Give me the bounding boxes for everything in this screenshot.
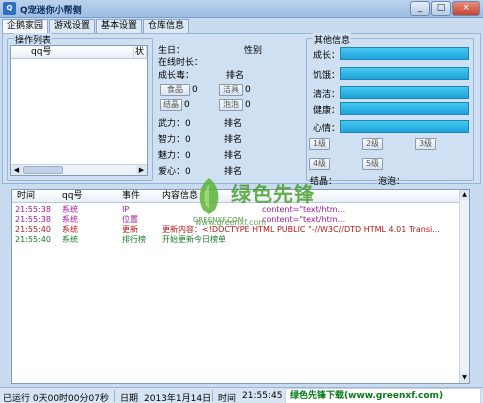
food-value: 0 <box>192 85 198 95</box>
minimize-button[interactable]: _ <box>410 1 430 16</box>
tab-penguin-home[interactable]: 企鹅家园 <box>2 19 49 33</box>
clean-bar <box>340 86 469 99</box>
log-event: 位置 <box>122 215 138 224</box>
online-time-label: 在线时长： <box>158 58 204 68</box>
bar-label-growth: 成长： <box>313 51 341 61</box>
bubble-button[interactable]: 泡泡 <box>219 99 243 111</box>
log-event: 排行榜 <box>122 235 146 244</box>
other-info-title: 其他信息 <box>313 33 352 46</box>
status-bar: 已运行 0天00时00分07秒 日期 2013年1月14日 时间 21:55:4… <box>0 387 483 403</box>
gender-label: 性别 <box>244 46 263 56</box>
food-button[interactable]: 食品 <box>160 84 190 96</box>
column-qq[interactable]: qq号 <box>11 46 134 58</box>
level-3-button[interactable]: 3级 <box>415 138 436 150</box>
scroll-down-icon[interactable]: ▼ <box>460 373 469 383</box>
bubble-info-label: 泡泡： <box>378 177 406 187</box>
operations-hscroll[interactable]: ◀ ▶ <box>11 164 147 175</box>
log-content: 开始更新今日榜单 <box>162 235 226 244</box>
time-label: 时间 <box>218 394 237 403</box>
stat-force-rank: 排名 <box>224 119 243 129</box>
time-value: 21:55:45 <box>242 391 283 401</box>
log-content: content="text/htm... <box>262 215 346 224</box>
log-time: 21:55:40 <box>15 225 51 234</box>
growth-label: 成长毒： <box>158 71 195 81</box>
hunger-bar <box>340 67 469 80</box>
log-column-qq[interactable]: qq号 <box>62 190 82 202</box>
event-log-vscroll[interactable]: ▲ ▼ <box>459 190 469 383</box>
stat-intelligence-rank: 排名 <box>224 135 243 145</box>
tab-game-settings[interactable]: 游戏设置 <box>49 19 96 33</box>
bubble-value: 0 <box>245 100 251 110</box>
growth-rank-label: 排名 <box>226 71 245 81</box>
app-icon: Q <box>3 2 16 15</box>
stat-force: 武力：0 <box>158 119 191 129</box>
crystal-value: 0 <box>184 100 190 110</box>
scroll-up-icon[interactable]: ▲ <box>460 190 469 200</box>
maximize-button[interactable]: □ <box>431 1 451 16</box>
level-5-button[interactable]: 5级 <box>362 158 383 170</box>
level-2-button[interactable]: 2级 <box>362 138 383 150</box>
running-time: 已运行 0天00时00分07秒 <box>3 394 109 403</box>
growth-bar <box>340 47 469 60</box>
log-column-time[interactable]: 时间 <box>17 190 35 202</box>
column-status[interactable]: 状 <box>134 46 147 58</box>
health-bar <box>340 102 469 115</box>
bar-label-clean: 清洁： <box>313 90 341 100</box>
stat-love: 爱心：0 <box>158 167 191 177</box>
clean-value: 0 <box>245 85 251 95</box>
log-time: 21:55:38 <box>15 205 51 214</box>
date-label: 日期 <box>120 394 139 403</box>
title-bar: Q Q宠迷你小帮侧 _ □ × <box>0 0 483 18</box>
scroll-right-icon[interactable]: ▶ <box>136 165 147 175</box>
log-event: IP <box>122 205 130 214</box>
bar-label-hunger: 饥饿： <box>313 71 341 81</box>
log-qq: 系统 <box>62 235 78 244</box>
stat-charm-rank: 排名 <box>224 151 243 161</box>
scroll-left-icon[interactable]: ◀ <box>11 165 22 175</box>
operations-list[interactable]: qq号 状 ◀ ▶ <box>10 45 148 176</box>
mood-bar <box>340 120 469 133</box>
log-column-content[interactable]: 内容信息 <box>162 190 198 202</box>
close-button[interactable]: × <box>452 1 480 16</box>
level-1-button[interactable]: 1级 <box>309 138 330 150</box>
level-4-button[interactable]: 4级 <box>309 158 330 170</box>
scroll-thumb[interactable] <box>23 166 63 174</box>
download-banner[interactable]: 绿色先锋下载(www.greenxf.com) <box>285 388 481 403</box>
event-log-header: 时间 qq号 事件 内容信息 <box>12 190 460 203</box>
log-column-event[interactable]: 事件 <box>122 190 140 202</box>
log-qq: 系统 <box>62 225 78 234</box>
crystal-button[interactable]: 结晶 <box>160 99 182 111</box>
date-value: 2013年1月14日 <box>144 394 212 403</box>
bar-label-health: 健康： <box>313 106 341 116</box>
crystal-info-label: 结晶： <box>310 177 338 187</box>
tab-basic-settings[interactable]: 基本设置 <box>96 19 143 33</box>
log-qq: 系统 <box>62 205 78 214</box>
log-event: 更新 <box>122 225 138 234</box>
operations-list-header: qq号 状 <box>11 46 147 59</box>
log-qq: 系统 <box>62 215 78 224</box>
tab-bar: 企鹅家园 游戏设置 基本设置 仓库信息 <box>2 19 190 33</box>
clean-button[interactable]: 洁具 <box>219 84 243 96</box>
stat-love-rank: 排名 <box>224 167 243 177</box>
tab-warehouse-info[interactable]: 仓库信息 <box>143 19 190 33</box>
log-time: 21:55:40 <box>15 235 51 244</box>
status-separator <box>212 390 213 402</box>
watermark-url: www.greenxf.com <box>195 218 267 227</box>
window-title: Q宠迷你小帮侧 <box>20 6 82 16</box>
log-time: 21:55:38 <box>15 215 51 224</box>
status-separator <box>114 390 115 402</box>
stat-charm: 魅力：0 <box>158 151 191 161</box>
bar-label-mood: 心情： <box>313 124 341 134</box>
stat-intelligence: 智力：0 <box>158 135 191 145</box>
log-content: content="text/htm... <box>262 205 346 214</box>
